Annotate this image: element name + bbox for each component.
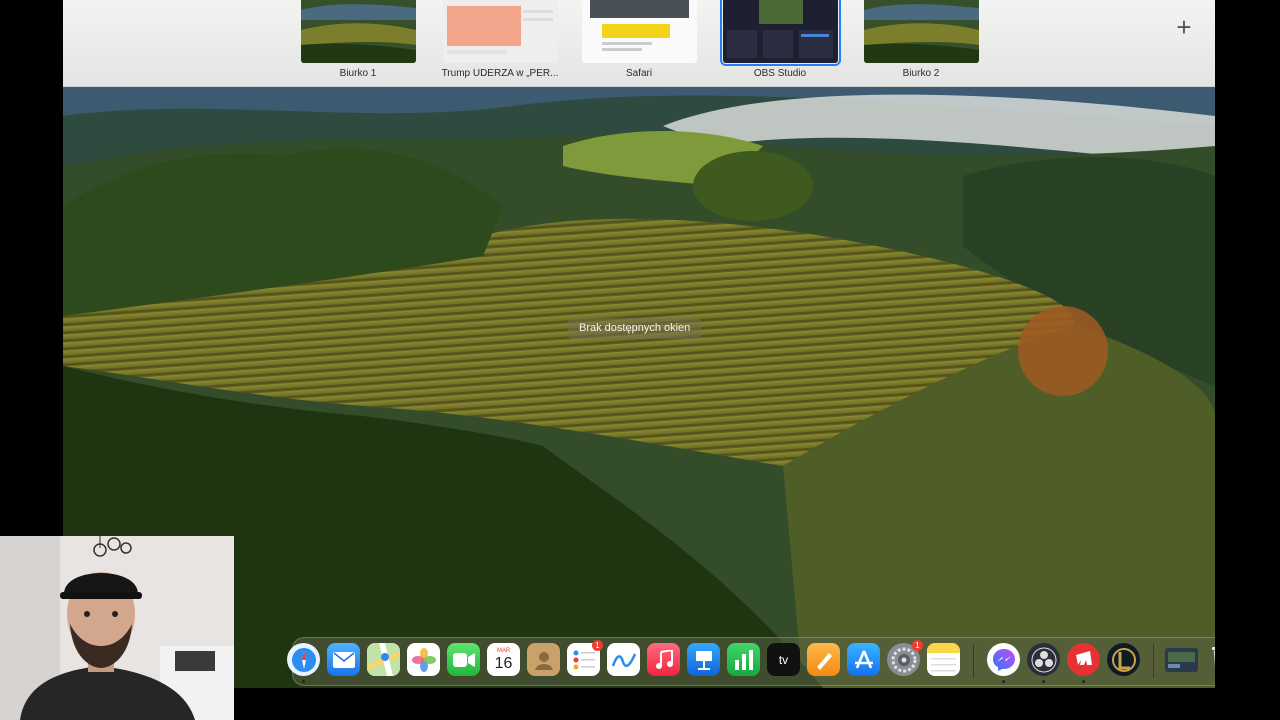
- notification-badge: 1: [592, 640, 603, 651]
- webcam-overlay: [0, 536, 234, 720]
- space-desktop-1[interactable]: Biurko 1: [299, 0, 417, 79]
- trash-icon[interactable]: [1205, 643, 1215, 676]
- dock-separator: [1153, 644, 1154, 678]
- obs-icon[interactable]: [1027, 643, 1060, 676]
- contacts-icon[interactable]: [527, 643, 560, 676]
- space-label: Biurko 1: [339, 68, 377, 79]
- league-of-legends-icon[interactable]: [1107, 643, 1140, 676]
- notification-badge: 1: [912, 640, 923, 651]
- space-label: Biurko 2: [902, 68, 940, 79]
- space-label: Safari: [625, 68, 653, 79]
- space-window-safari[interactable]: Safari: [580, 0, 698, 79]
- dock: MAR 16 1 tv 1: [287, 637, 1215, 686]
- pages-icon[interactable]: [807, 643, 840, 676]
- spaces-bar: Biurko 1 Trump UDERZA w „PER... Safari O…: [63, 0, 1215, 87]
- desktop-screen: Biurko 1 Trump UDERZA w „PER... Safari O…: [63, 0, 1215, 688]
- space-label: Trump UDERZA w „PER...: [441, 68, 559, 79]
- space-thumbnail[interactable]: [442, 0, 558, 63]
- system-settings-icon[interactable]: 1: [887, 640, 923, 676]
- space-label: OBS Studio: [753, 68, 807, 79]
- notes-icon[interactable]: [927, 643, 960, 676]
- safari-icon[interactable]: [287, 643, 320, 676]
- space-thumbnail[interactable]: [719, 0, 841, 66]
- calendar-day: 16: [494, 654, 513, 672]
- space-desktop-2[interactable]: Biurko 2: [862, 0, 980, 79]
- app-store-icon[interactable]: [847, 643, 880, 676]
- reminders-icon[interactable]: 1: [567, 640, 603, 676]
- space-window-trump[interactable]: Trump UDERZA w „PER...: [441, 0, 559, 79]
- calendar-icon[interactable]: MAR 16: [487, 643, 520, 676]
- riot-icon[interactable]: [1067, 643, 1100, 676]
- running-indicator: [1082, 680, 1085, 683]
- desktop-wallpaper: [63, 86, 1215, 688]
- space-thumbnail[interactable]: [863, 0, 979, 63]
- running-indicator: [302, 680, 305, 683]
- space-thumbnail[interactable]: [300, 0, 416, 63]
- freeform-icon[interactable]: [607, 643, 640, 676]
- maps-icon[interactable]: [367, 643, 400, 676]
- music-icon[interactable]: [647, 643, 680, 676]
- dock-separator: [973, 644, 974, 678]
- no-windows-tooltip: Brak dostępnych okien: [568, 318, 702, 339]
- calendar-month: MAR: [496, 647, 511, 654]
- apple-tv-label: tv: [778, 652, 789, 667]
- facetime-icon[interactable]: [447, 643, 480, 676]
- messenger-icon[interactable]: [987, 643, 1020, 676]
- space-window-obs[interactable]: OBS Studio: [719, 0, 841, 79]
- screenshot-thumbnail-icon[interactable]: [1165, 648, 1198, 672]
- plus-icon[interactable]: +: [1171, 14, 1197, 40]
- mail-icon[interactable]: [327, 643, 360, 676]
- running-indicator: [1042, 680, 1045, 683]
- numbers-icon[interactable]: [727, 643, 760, 676]
- space-thumbnail[interactable]: [581, 0, 697, 63]
- photos-icon[interactable]: [407, 643, 440, 676]
- running-indicator: [1002, 680, 1005, 683]
- apple-tv-icon[interactable]: tv: [767, 643, 800, 676]
- keynote-icon[interactable]: [687, 643, 720, 676]
